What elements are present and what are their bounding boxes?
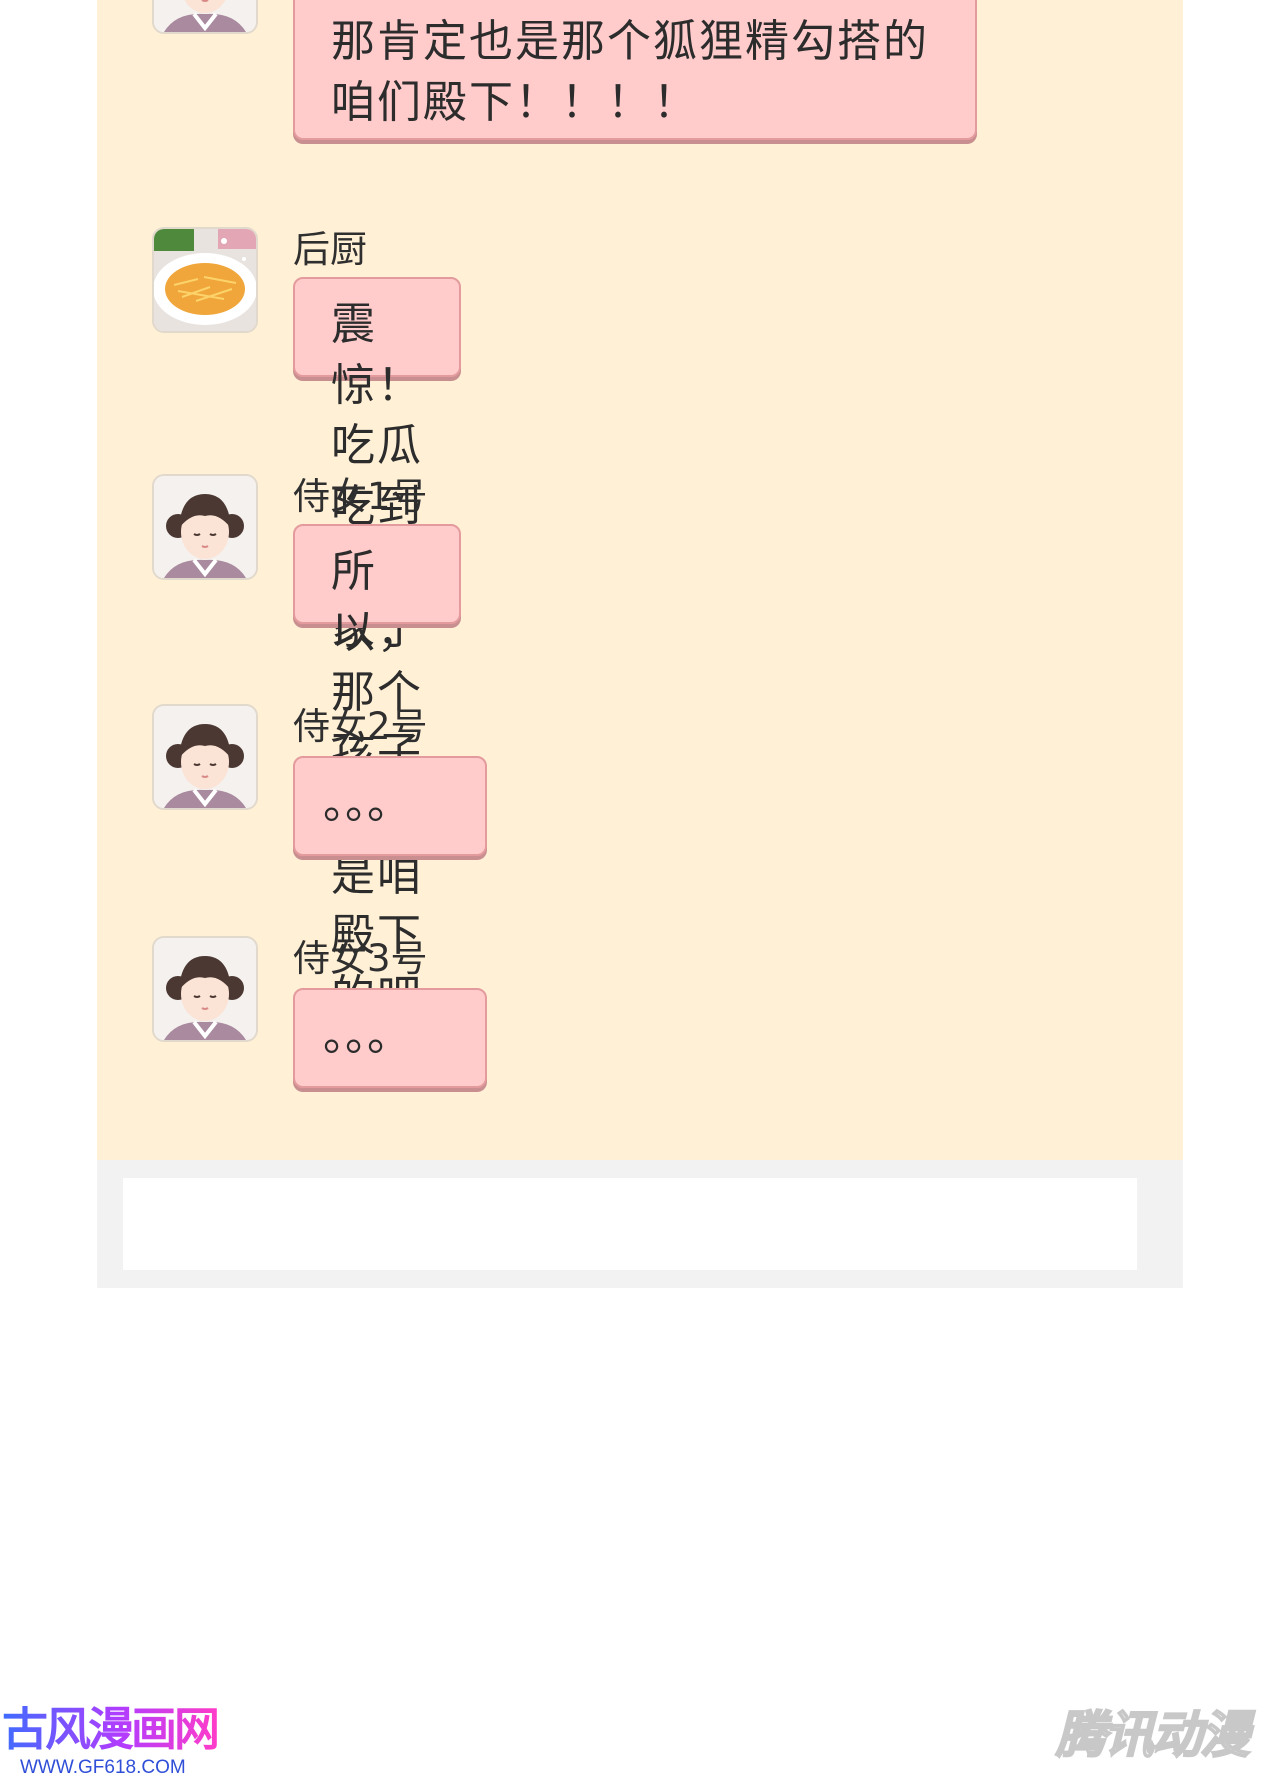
maid-avatar-icon[interactable] — [152, 704, 258, 810]
chat-input-bar — [97, 1160, 1183, 1288]
sender-name: 后厨 — [293, 228, 367, 271]
comic-page: 那肯定也是那个狐狸精勾搭的 咱们殿下！！！！ 后厨 震惊！吃瓜吃到 侍女1号 所… — [0, 0, 1280, 1784]
watermark-tencent-comics: 腾讯动漫 — [1055, 1705, 1251, 1765]
message-bubble: 所以，那个孩子不会是咱殿下的吧 — [293, 524, 461, 1022]
chat-panel: 那肯定也是那个狐狸精勾搭的 咱们殿下！！！！ 后厨 震惊！吃瓜吃到 侍女1号 所… — [97, 0, 1183, 1160]
sender-name: 侍女3号 — [293, 937, 428, 980]
message-bubble: 那肯定也是那个狐狸精勾搭的 咱们殿下！！！！ — [293, 0, 977, 140]
sender-name: 侍女2号 — [293, 705, 428, 748]
message-bubble: 震惊！吃瓜吃到自己家了 — [293, 277, 461, 654]
maid-avatar-icon[interactable] — [152, 474, 258, 580]
sender-name: 侍女1号 — [293, 475, 428, 518]
message-input[interactable] — [123, 1178, 1137, 1270]
food-dish-avatar-icon[interactable] — [152, 227, 258, 333]
maid-avatar-icon[interactable] — [152, 936, 258, 1042]
message-bubble: 。。。 — [293, 988, 487, 1088]
watermark-url: WWW.GF618.COM — [20, 1757, 186, 1778]
maid-avatar-icon[interactable] — [152, 0, 258, 34]
message-bubble: 。。。 — [293, 756, 487, 856]
watermark-title: 古风漫画网 — [2, 1702, 220, 1756]
watermark-gf618: 古风漫画网 WWW.GF618.COM — [2, 1706, 220, 1784]
